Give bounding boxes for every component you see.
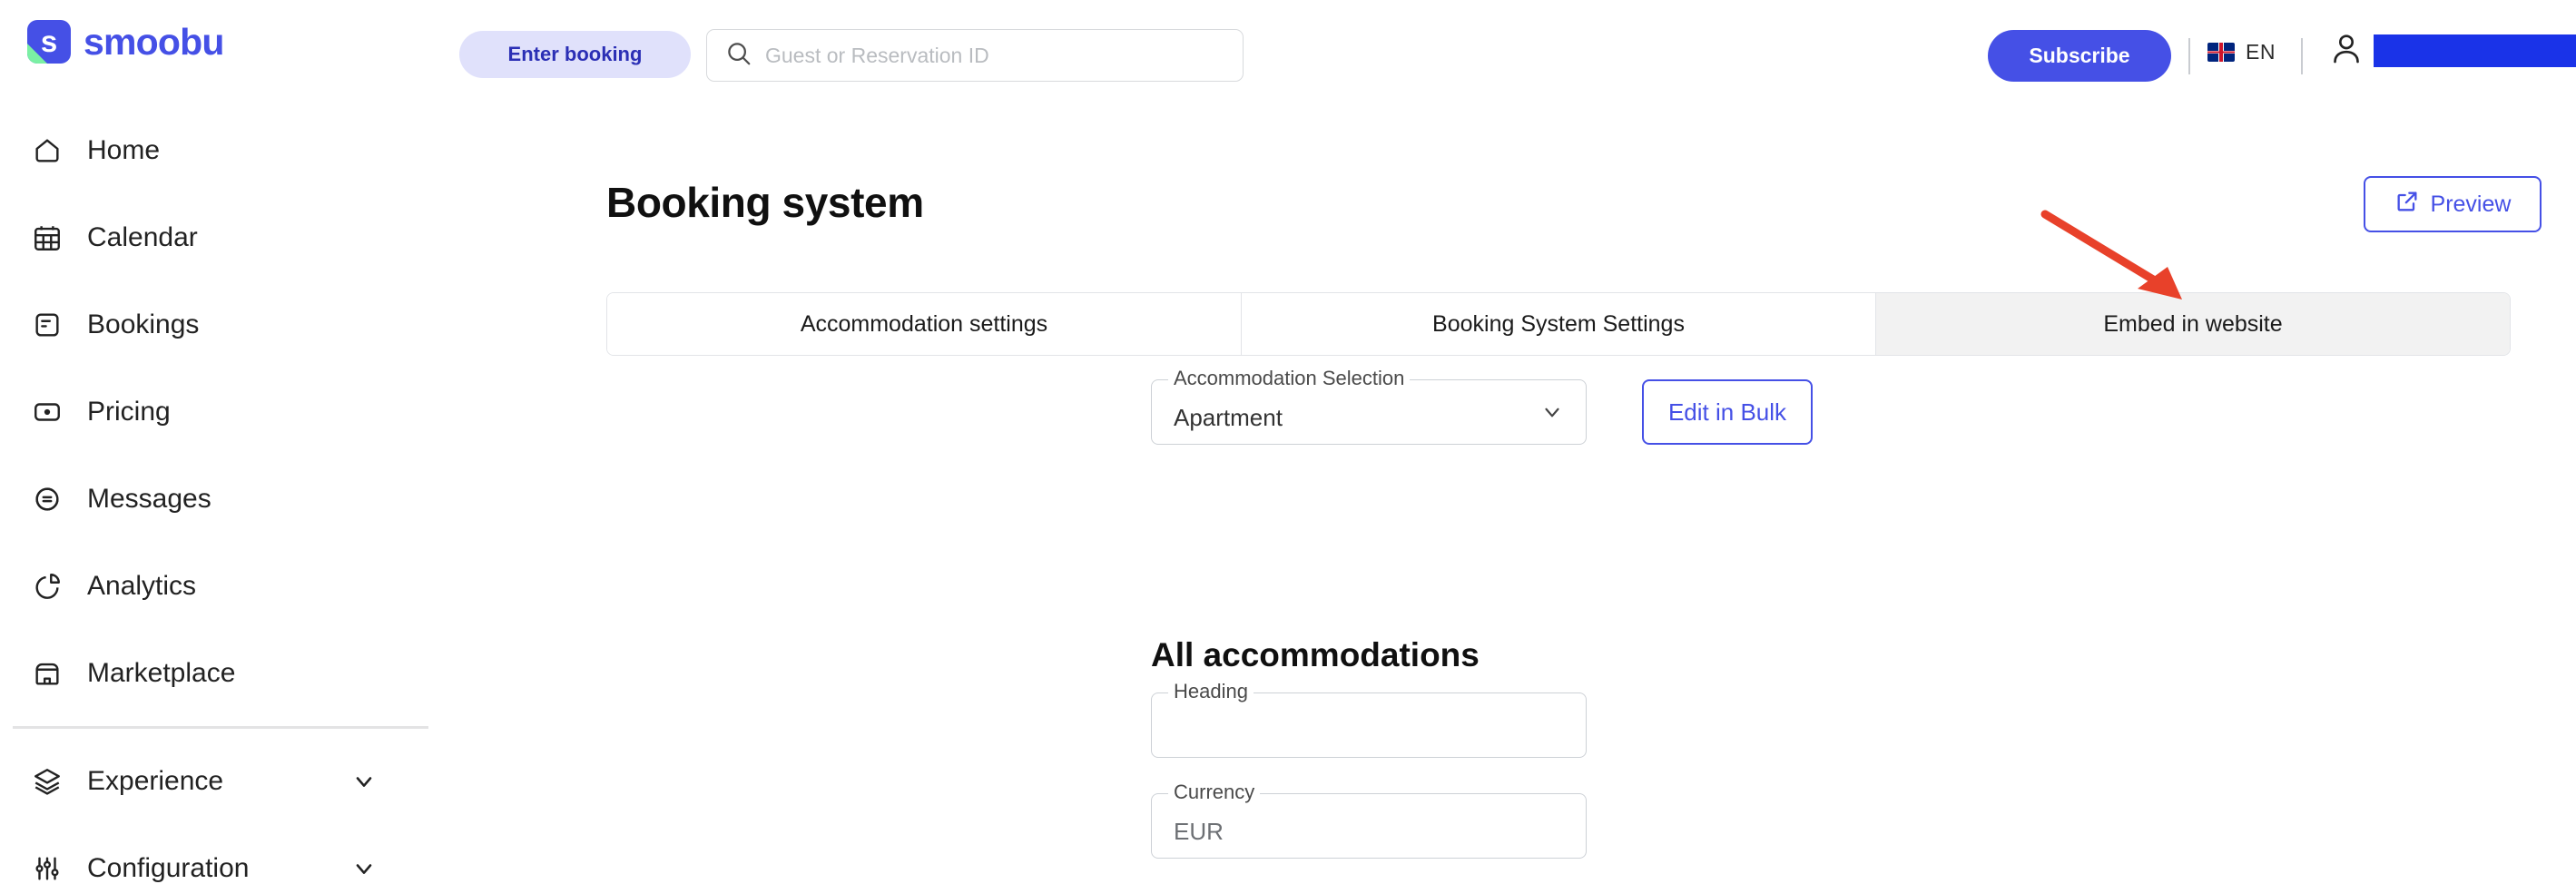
sidebar: Home Calendar Bookings Pricing Messages … [0, 107, 545, 884]
enter-booking-button[interactable]: Enter booking [459, 31, 691, 78]
sidebar-item-configuration[interactable]: Configuration [0, 825, 545, 884]
sidebar-item-label: Messages [87, 484, 211, 514]
currency-field[interactable]: Currency EUR [1151, 782, 1587, 859]
topbar-divider-1 [2188, 38, 2190, 74]
chevron-down-icon[interactable] [1540, 400, 1564, 424]
user-name-redacted [2374, 34, 2576, 67]
sidebar-item-experience[interactable]: Experience [0, 738, 545, 825]
search-input[interactable] [765, 43, 1201, 68]
messages-icon [29, 481, 65, 517]
preview-label: Preview [2430, 191, 2512, 217]
section-title-all-accommodations: All accommodations [1151, 636, 1480, 673]
tab-embed-in-website[interactable]: Embed in website [1876, 293, 2510, 355]
external-link-icon [2394, 189, 2420, 221]
page-title: Booking system [606, 179, 924, 226]
sidebar-item-label: Experience [87, 766, 224, 796]
sidebar-item-label: Bookings [87, 309, 200, 339]
sidebar-item-analytics[interactable]: Analytics [0, 543, 545, 630]
uk-flag-icon [2207, 43, 2235, 62]
heading-field[interactable]: Heading [1151, 682, 1587, 758]
accommodation-selection-select[interactable]: Accommodation Selection Apartment [1151, 368, 1587, 445]
accommodation-selection-label: Accommodation Selection [1168, 368, 1411, 388]
currency-field-value: EUR [1174, 818, 1224, 845]
analytics-icon [29, 568, 65, 604]
brand-logo[interactable]: s smoobu [27, 20, 224, 64]
currency-field-label: Currency [1168, 782, 1261, 802]
settings-tabs: Accommodation settings Booking System Se… [606, 292, 2511, 356]
smoobu-logo-icon: s [27, 20, 71, 64]
user-menu[interactable] [2328, 30, 2576, 71]
sidebar-item-label: Marketplace [87, 658, 236, 688]
subscribe-button[interactable]: Subscribe [1988, 30, 2171, 82]
search-box[interactable] [706, 29, 1244, 82]
top-bar: s smoobu Enter booking Subscribe EN [0, 0, 2576, 107]
sidebar-item-label: Home [87, 135, 161, 165]
accommodation-selection-value: Apartment [1174, 404, 1283, 431]
sidebar-item-bookings[interactable]: Bookings [0, 281, 545, 368]
bookings-icon [29, 307, 65, 343]
sidebar-divider [13, 726, 428, 729]
marketplace-icon [29, 655, 65, 692]
sidebar-item-home[interactable]: Home [0, 107, 545, 194]
topbar-divider-2 [2301, 38, 2303, 74]
language-selector[interactable]: EN [2207, 40, 2276, 64]
logo-letter: s [40, 24, 58, 58]
language-label: EN [2246, 40, 2276, 64]
app-window: s smoobu Enter booking Subscribe EN [0, 0, 2576, 884]
search-icon [725, 40, 752, 72]
calendar-icon [29, 220, 65, 256]
preview-button[interactable]: Preview [2364, 176, 2542, 232]
home-icon [29, 133, 65, 169]
tab-booking-system-settings[interactable]: Booking System Settings [1242, 293, 1876, 355]
sidebar-item-label: Pricing [87, 397, 171, 427]
brand-name: smoobu [84, 20, 224, 63]
sidebar-item-messages[interactable]: Messages [0, 456, 545, 543]
sidebar-item-label: Calendar [87, 222, 198, 252]
main-content: Booking system Preview Accommodation set… [545, 107, 2576, 884]
heading-field-label: Heading [1168, 682, 1254, 702]
layers-icon [29, 763, 65, 800]
sidebar-item-calendar[interactable]: Calendar [0, 194, 545, 281]
sidebar-item-label: Analytics [87, 571, 197, 601]
sidebar-item-label: Configuration [87, 853, 250, 883]
sidebar-item-pricing[interactable]: Pricing [0, 368, 545, 456]
avatar-icon [2328, 30, 2365, 71]
sliders-icon [29, 850, 65, 884]
chevron-down-icon[interactable] [351, 769, 377, 794]
sidebar-item-marketplace[interactable]: Marketplace [0, 630, 545, 717]
tab-accommodation-settings[interactable]: Accommodation settings [607, 293, 1242, 355]
pricing-icon [29, 394, 65, 430]
chevron-down-icon[interactable] [351, 856, 377, 881]
edit-in-bulk-button[interactable]: Edit in Bulk [1642, 379, 1813, 445]
